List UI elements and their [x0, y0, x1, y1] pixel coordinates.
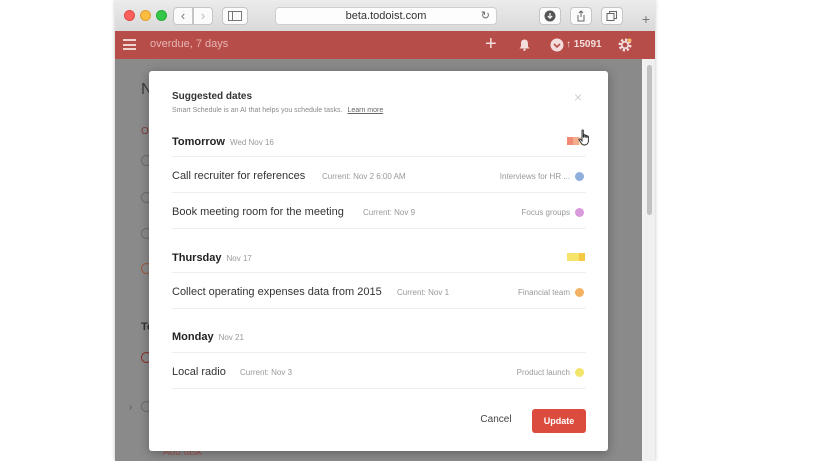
day-heading: Monday Nov 21: [172, 331, 244, 343]
overdue-section-label: O: [141, 126, 149, 137]
current-date: Current: Nov 2 6:00 AM: [322, 172, 406, 181]
day-heading: Thursday Nov 17: [172, 252, 252, 264]
project-color-dot: [575, 288, 584, 297]
new-tab-button[interactable]: +: [637, 9, 655, 31]
browser-toolbar: ‹ › beta.todoist.com ↻ +: [115, 0, 655, 32]
dialog-subtitle-text: Smart Schedule is an AI that helps you s…: [172, 107, 343, 114]
task-name: Book meeting room for the meeting: [172, 206, 344, 218]
app-header: overdue, 7 days + ↑ 15091: [115, 31, 655, 59]
bell-icon[interactable]: [518, 39, 531, 51]
update-button[interactable]: Update: [532, 409, 586, 433]
show-tabs-button[interactable]: [601, 7, 623, 25]
reload-icon[interactable]: ↻: [481, 8, 490, 24]
project-name: Interviews for HR ...: [499, 172, 570, 181]
task-name: Collect operating expenses data from 201…: [172, 286, 382, 298]
project-color-dot: [575, 172, 584, 181]
cancel-button[interactable]: Cancel: [469, 408, 523, 432]
task-name: Call recruiter for references: [172, 170, 306, 182]
current-date: Current: Nov 9: [363, 208, 416, 217]
project-name: Product launch: [516, 368, 570, 377]
karma-icon[interactable]: [550, 38, 564, 52]
sidebar-toggle-button[interactable]: [222, 7, 248, 25]
project-name: Financial team: [517, 288, 570, 297]
project-name: Focus groups: [521, 208, 570, 217]
expand-chevron-icon[interactable]: ›: [129, 402, 132, 413]
dialog-subtitle: Smart Schedule is an AI that helps you s…: [172, 107, 383, 114]
arrow-up-icon: ↑: [566, 39, 571, 50]
menu-icon[interactable]: [123, 39, 136, 50]
quick-find-input[interactable]: overdue, 7 days: [150, 38, 228, 50]
day-date: Nov 17: [226, 254, 252, 263]
share-icon: [577, 10, 585, 22]
karma-value: 15091: [573, 39, 602, 50]
divider: [172, 308, 586, 309]
address-bar[interactable]: beta.todoist.com ↻: [275, 7, 497, 25]
suggestion-row[interactable]: Collect operating expenses data from 201…: [172, 272, 586, 308]
current-date: Current: Nov 3: [240, 368, 293, 377]
suggestion-row[interactable]: Call recruiter for references Current: N…: [172, 156, 586, 192]
suggestion-row[interactable]: Local radio Current: Nov 3 Product launc…: [172, 352, 586, 388]
learn-more-link[interactable]: Learn more: [347, 107, 383, 114]
day-heading: Tomorrow Wed Nov 16: [172, 136, 274, 148]
day-date: Nov 21: [218, 333, 244, 342]
url-text: beta.todoist.com: [345, 10, 427, 22]
tabs-icon: [606, 11, 617, 21]
current-date: Current: Nov 1: [397, 288, 450, 297]
scrollbar[interactable]: [644, 59, 655, 461]
smart-schedule-dialog: Suggested dates Smart Schedule is an AI …: [149, 71, 608, 451]
close-window-button[interactable]: [124, 10, 135, 21]
add-task-icon[interactable]: +: [485, 33, 497, 55]
gear-icon[interactable]: [617, 37, 633, 53]
day-name: Thursday: [172, 252, 222, 264]
close-icon[interactable]: ×: [574, 90, 582, 104]
share-button[interactable]: [570, 7, 592, 25]
chevron-left-icon: ‹: [180, 8, 186, 23]
chevron-right-icon: ›: [200, 8, 206, 23]
divider: [172, 228, 586, 229]
divider: [172, 388, 586, 389]
day-name: Tomorrow: [172, 136, 225, 148]
day-date: Wed Nov 16: [229, 138, 274, 147]
hand-cursor-icon: [578, 129, 589, 146]
priority-flag-icon[interactable]: [567, 253, 585, 261]
zoom-window-button[interactable]: [156, 10, 167, 21]
suggestion-row[interactable]: Book meeting room for the meeting Curren…: [172, 192, 586, 228]
minimize-window-button[interactable]: [140, 10, 151, 21]
dialog-title: Suggested dates: [172, 91, 253, 102]
project-color-dot: [575, 208, 584, 217]
forward-button[interactable]: ›: [193, 7, 213, 25]
downloads-button[interactable]: [539, 7, 561, 25]
back-button[interactable]: ‹: [173, 7, 193, 25]
day-name: Monday: [172, 331, 214, 343]
plus-icon: +: [641, 11, 651, 27]
scrollbar-thumb[interactable]: [647, 65, 652, 215]
task-name: Local radio: [172, 366, 226, 378]
project-color-dot: [575, 368, 584, 377]
download-icon: [544, 10, 556, 22]
karma-score: ↑ 15091: [566, 39, 602, 50]
sidebar-icon: [228, 11, 242, 21]
